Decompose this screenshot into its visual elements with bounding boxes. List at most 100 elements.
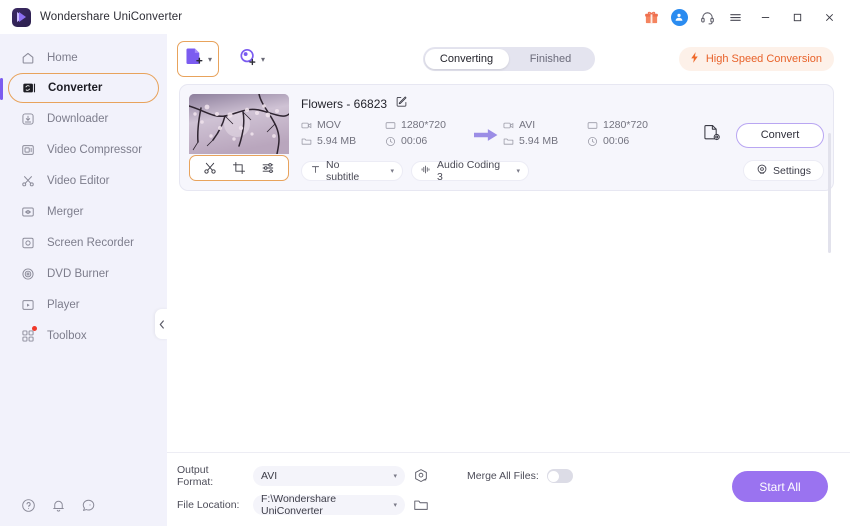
uniconverter-logo-icon (12, 7, 31, 27)
sidebar: Home Converter Downloader Video Compress… (0, 34, 168, 526)
settings-button[interactable]: Settings (743, 160, 824, 181)
video-compressor-icon (20, 142, 36, 158)
tab-converting[interactable]: Converting (424, 49, 509, 69)
help-icon[interactable] (20, 497, 36, 513)
sidebar-item-label: Toolbox (47, 329, 87, 342)
brand: Wondershare UniConverter (12, 7, 183, 27)
downloader-icon (20, 111, 36, 127)
audio-waveform-icon (420, 164, 432, 178)
clock-icon (385, 136, 396, 147)
content-scrollbar[interactable] (828, 133, 831, 253)
maximize-icon[interactable] (782, 3, 812, 31)
sidebar-item-video-editor[interactable]: Video Editor (8, 165, 159, 196)
start-all-button[interactable]: Start All (732, 471, 828, 502)
output-settings: Output Format: AVI ▾ File Location: F:\W… (177, 464, 429, 517)
audio-value: Audio Coding 3 (437, 158, 501, 183)
edit-rename-icon[interactable] (395, 95, 408, 113)
converter-icon (21, 80, 37, 96)
crop-icon[interactable] (230, 159, 248, 177)
sidebar-item-label: Screen Recorder (47, 236, 134, 249)
sidebar-item-merger[interactable]: Merger (8, 196, 159, 227)
sidebar-item-home[interactable]: Home (8, 42, 159, 73)
resolution-icon (385, 120, 396, 131)
target-meta: AVI 1280*720 5.94 MB 00:06 (503, 119, 671, 151)
add-from-device-button[interactable]: ▾ (233, 43, 270, 76)
support-headset-icon[interactable] (694, 4, 720, 30)
chevron-down-icon[interactable]: ▾ (393, 501, 397, 509)
sidebar-item-label: Home (47, 51, 78, 64)
open-folder-icon[interactable] (413, 497, 429, 513)
source-meta: MOV 1280*720 5.94 MB 00:06 (301, 119, 469, 151)
sidebar-item-player[interactable]: Player (8, 289, 159, 320)
merge-label: Merge All Files: (467, 470, 539, 482)
subtitle-value: No subtitle (326, 158, 360, 183)
bottom-bar: Output Format: AVI ▾ File Location: F:\W… (167, 452, 850, 526)
track-options-row: No subtitle ▾ Audio Coding 3 ▾ Settings (301, 158, 824, 183)
settings-gear-icon (756, 163, 768, 178)
sidebar-item-label: Video Compressor (47, 143, 143, 156)
titlebar-actions (638, 3, 844, 31)
add-from-device-caret[interactable]: ▾ (261, 55, 265, 64)
app-title: Wondershare UniConverter (40, 11, 183, 23)
menu-hamburger-icon[interactable] (722, 4, 748, 30)
sidebar-footer (0, 484, 167, 526)
subtitle-icon (310, 164, 321, 178)
target-resolution: 1280*720 (587, 119, 671, 131)
merge-toggle[interactable] (546, 469, 573, 483)
add-from-device-icon (238, 47, 258, 72)
sidebar-item-downloader[interactable]: Downloader (8, 103, 159, 134)
merger-icon (20, 204, 36, 220)
sidebar-item-dvd-burner[interactable]: DVD Burner (8, 258, 159, 289)
convert-button[interactable]: Convert (736, 122, 824, 148)
file-location-label: File Location: (177, 499, 240, 511)
source-format-value: MOV (317, 119, 341, 131)
output-file-settings-icon[interactable] (702, 123, 722, 148)
folder-size-icon (301, 136, 312, 147)
toolbox-new-badge (32, 326, 37, 331)
conversion-arrow-icon (469, 127, 503, 143)
output-format-select[interactable]: AVI ▾ (253, 466, 405, 486)
high-speed-conversion-toggle[interactable]: High Speed Conversion (678, 47, 834, 71)
feedback-icon[interactable] (80, 497, 96, 513)
add-file-icon (184, 46, 205, 72)
source-size-value: 5.94 MB (317, 135, 357, 147)
gift-icon[interactable] (638, 4, 664, 30)
format-preview-icon[interactable] (413, 468, 429, 484)
source-format: MOV (301, 119, 385, 131)
sidebar-item-label: Merger (47, 205, 84, 218)
high-speed-label: High Speed Conversion (705, 53, 822, 65)
output-format-row: Output Format: AVI ▾ (177, 464, 429, 488)
account-avatar-icon[interactable] (666, 4, 692, 30)
video-file-icon (503, 120, 514, 131)
target-duration-value: 00:06 (603, 135, 630, 147)
folder-size-icon (503, 136, 514, 147)
thumbnail-tools (189, 155, 289, 181)
add-files-caret[interactable]: ▾ (208, 55, 212, 64)
chevron-down-icon[interactable]: ▾ (506, 167, 520, 175)
file-location-select[interactable]: F:\Wondershare UniConverter ▾ (253, 493, 405, 517)
minimize-icon[interactable] (750, 3, 780, 31)
audio-select[interactable]: Audio Coding 3 ▾ (411, 158, 529, 183)
convert-label: Convert (760, 129, 800, 141)
subtitle-select[interactable]: No subtitle ▾ (301, 158, 403, 183)
tab-finished[interactable]: Finished (509, 49, 593, 69)
add-files-button[interactable]: ▾ (177, 41, 220, 77)
sidebar-item-screen-recorder[interactable]: Screen Recorder (8, 227, 159, 258)
sidebar-item-toolbox[interactable]: Toolbox (8, 320, 159, 351)
cherry-blossom-video-thumbnail[interactable] (189, 94, 289, 154)
target-format-value: AVI (519, 119, 536, 131)
sidebar-item-label: Video Editor (47, 174, 110, 187)
chevron-down-icon[interactable]: ▾ (380, 167, 394, 175)
file-card[interactable]: Flowers - 66823 MOV 1280*720 5.94 MB 00:… (179, 84, 834, 253)
effect-adjust-icon[interactable] (259, 159, 277, 177)
target-size: 5.94 MB (503, 135, 587, 147)
chevron-down-icon[interactable]: ▾ (393, 472, 397, 480)
sidebar-item-converter[interactable]: Converter (0, 73, 159, 103)
video-file-icon (301, 120, 312, 131)
merge-all-files: Merge All Files: (467, 469, 573, 483)
notification-bell-icon[interactable] (50, 497, 66, 513)
player-icon (20, 297, 36, 313)
close-icon[interactable] (814, 3, 844, 31)
sidebar-item-video-compressor[interactable]: Video Compressor (8, 134, 159, 165)
trim-scissors-icon[interactable] (201, 159, 219, 177)
